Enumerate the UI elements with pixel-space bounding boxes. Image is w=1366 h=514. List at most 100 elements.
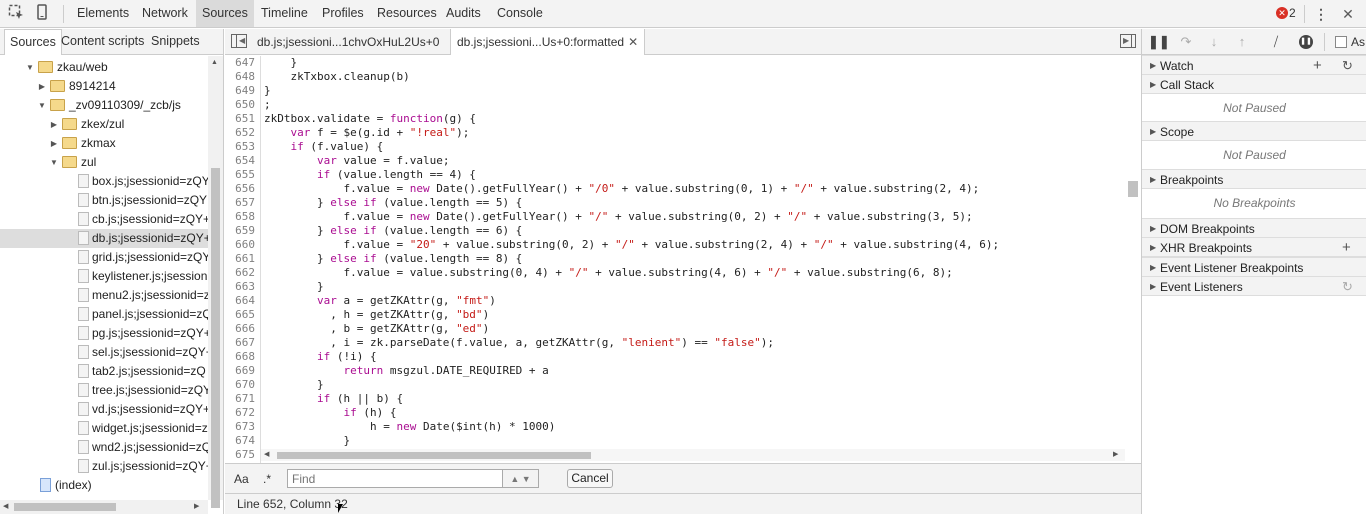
inspect-element-icon[interactable]: [6, 4, 26, 24]
tree-item[interactable]: db.js;jsessionid=zQY+: [0, 229, 208, 248]
line-number[interactable]: 662: [225, 266, 255, 280]
code-line[interactable]: 655 if (value.length == 4) {: [225, 168, 1125, 182]
tab-elements[interactable]: Elements: [71, 0, 135, 27]
device-mode-icon[interactable]: [32, 4, 52, 24]
line-number[interactable]: 669: [225, 364, 255, 378]
step-into-icon[interactable]: ↓: [1204, 32, 1224, 52]
code-line[interactable]: 649}: [225, 84, 1125, 98]
tree-item[interactable]: ▶ zkmax: [0, 134, 208, 153]
scrollbar-thumb[interactable]: [14, 503, 116, 511]
code-horizontal-scrollbar[interactable]: ◀ ▶: [261, 449, 1125, 461]
close-devtools-icon[interactable]: ✕: [1338, 4, 1358, 24]
nav-tab-sources[interactable]: Sources: [4, 29, 62, 55]
navigator-horizontal-scrollbar[interactable]: ◀ ▶: [0, 500, 208, 514]
line-number[interactable]: 661: [225, 252, 255, 266]
navigator-vertical-scrollbar[interactable]: ▲: [208, 56, 223, 508]
refresh-icon[interactable]: ↻: [1342, 277, 1353, 297]
tree-item[interactable]: tree.js;jsessionid=zQY: [0, 381, 208, 400]
tree-item[interactable]: grid.js;jsessionid=zQY: [0, 248, 208, 267]
line-number[interactable]: 650: [225, 98, 255, 112]
tab-network[interactable]: Network: [136, 0, 194, 27]
tree-item[interactable]: widget.js;jsessionid=z: [0, 419, 208, 438]
line-number[interactable]: 648: [225, 70, 255, 84]
collapse-arrow-icon[interactable]: ▼: [25, 58, 35, 77]
toggle-navigator-icon[interactable]: ◀: [231, 34, 247, 48]
code-line[interactable]: 659 } else if (value.length == 6) {: [225, 224, 1125, 238]
code-line[interactable]: 660 f.value = "20" + value.substring(0, …: [225, 238, 1125, 252]
scrollbar-thumb[interactable]: [1128, 181, 1138, 197]
code-line[interactable]: 657 } else if (value.length == 5) {: [225, 196, 1125, 210]
code-line[interactable]: 651 zkDtbox.validate = function(g) {: [225, 112, 1125, 126]
tree-item[interactable]: wnd2.js;jsessionid=zQ: [0, 438, 208, 457]
pane-xhr-breakpoints[interactable]: ▶ XHR Breakpoints +: [1142, 237, 1366, 257]
pane-event-listeners[interactable]: ▶ Event Listeners ↻: [1142, 276, 1366, 296]
line-number[interactable]: 672: [225, 406, 255, 420]
regex-toggle[interactable]: .*: [263, 464, 271, 494]
step-out-icon[interactable]: ↑: [1232, 32, 1252, 52]
code-line[interactable]: 673 h = new Date($int(h) * 1000): [225, 420, 1125, 434]
tree-item[interactable]: keylistener.js;jsessioni: [0, 267, 208, 286]
line-number[interactable]: 674: [225, 434, 255, 448]
pause-icon[interactable]: ❚❚: [1148, 32, 1170, 52]
pane-call-stack[interactable]: ▶ Call Stack: [1142, 74, 1366, 94]
async-checkbox[interactable]: [1335, 36, 1347, 48]
code-line[interactable]: 653 if (f.value) {: [225, 140, 1125, 154]
line-number[interactable]: 666: [225, 322, 255, 336]
add-xhr-breakpoint-icon[interactable]: +: [1342, 238, 1351, 258]
line-number[interactable]: 654: [225, 154, 255, 168]
line-number[interactable]: 668: [225, 350, 255, 364]
editor-tab-db-js[interactable]: db.js;jsessioni...1chvOxHuL2Us+0: [251, 29, 445, 55]
tree-item[interactable]: panel.js;jsessionid=zQ: [0, 305, 208, 324]
error-icon[interactable]: ✕: [1276, 7, 1288, 19]
code-line[interactable]: 661 } else if (value.length == 8) {: [225, 252, 1125, 266]
line-number[interactable]: 664: [225, 294, 255, 308]
code-line[interactable]: 666 , b = getZKAttr(g, "ed"): [225, 322, 1125, 336]
close-tab-icon[interactable]: ✕: [628, 35, 638, 49]
code-line[interactable]: 663 }: [225, 280, 1125, 294]
deactivate-breakpoints-icon[interactable]: ⧸: [1266, 32, 1286, 52]
collapse-arrow-icon[interactable]: ▼: [49, 153, 59, 172]
nav-tab-content-scripts[interactable]: Content scripts: [56, 29, 149, 54]
scroll-left-icon[interactable]: ◀: [3, 502, 8, 510]
match-case-toggle[interactable]: Aa: [234, 464, 249, 494]
scroll-left-icon[interactable]: ◀: [264, 450, 269, 458]
find-previous-icon[interactable]: ▲: [510, 474, 519, 484]
scroll-right-icon[interactable]: ▶: [194, 502, 199, 510]
editor-tab-db-js-formatted[interactable]: db.js;jsessioni...Us+0:formatted ✕: [450, 29, 646, 55]
tab-resources[interactable]: Resources: [371, 0, 443, 27]
line-number[interactable]: 653: [225, 140, 255, 154]
add-watch-icon[interactable]: +: [1313, 56, 1322, 76]
line-number[interactable]: 667: [225, 336, 255, 350]
refresh-icon[interactable]: ↻: [1342, 56, 1353, 76]
tab-console[interactable]: Console: [491, 0, 549, 27]
tree-item[interactable]: sel.js;jsessionid=zQY+: [0, 343, 208, 362]
expand-arrow-icon[interactable]: ▶: [1150, 238, 1156, 258]
tree-item[interactable]: ▼ zkau/web: [0, 58, 208, 77]
toggle-debugger-icon[interactable]: ▶: [1120, 34, 1136, 48]
code-line[interactable]: 668 if (!i) {: [225, 350, 1125, 364]
line-number[interactable]: 647: [225, 56, 255, 70]
code-line[interactable]: 674 }: [225, 434, 1125, 448]
cancel-button[interactable]: Cancel: [567, 469, 613, 488]
tab-sources[interactable]: Sources: [196, 0, 254, 27]
pane-dom-breakpoints[interactable]: ▶ DOM Breakpoints: [1142, 218, 1366, 238]
code-line[interactable]: 670 }: [225, 378, 1125, 392]
pane-event-listener-breakpoints[interactable]: ▶ Event Listener Breakpoints: [1142, 257, 1366, 277]
pane-breakpoints[interactable]: ▶ Breakpoints: [1142, 169, 1366, 189]
code-line[interactable]: 658 f.value = new Date().getFullYear() +…: [225, 210, 1125, 224]
code-line[interactable]: 665 , h = getZKAttr(g, "bd"): [225, 308, 1125, 322]
expand-arrow-icon[interactable]: ▶: [1150, 258, 1156, 278]
scroll-up-icon[interactable]: ▲: [211, 59, 218, 66]
expand-arrow-icon[interactable]: ▶: [1150, 219, 1156, 239]
expand-arrow-icon[interactable]: ▶: [49, 134, 59, 153]
find-input[interactable]: [287, 469, 503, 488]
line-number[interactable]: 658: [225, 210, 255, 224]
line-number[interactable]: 659: [225, 224, 255, 238]
code-line[interactable]: 662 f.value = value.substring(0, 4) + "/…: [225, 266, 1125, 280]
expand-arrow-icon[interactable]: ▶: [49, 115, 59, 134]
line-number[interactable]: 656: [225, 182, 255, 196]
tree-item[interactable]: btn.js;jsessionid=zQY: [0, 191, 208, 210]
tab-profiles[interactable]: Profiles: [316, 0, 370, 27]
scroll-right-icon[interactable]: ▶: [1113, 450, 1118, 458]
pause-on-exceptions-icon[interactable]: ❚❚: [1296, 32, 1316, 52]
